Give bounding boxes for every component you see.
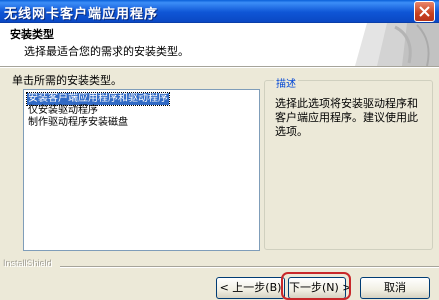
window-title: 无线网卡客户端应用程序 — [4, 6, 159, 21]
cancel-button[interactable]: 取消 — [360, 277, 430, 299]
wizard-header: 安装类型 选择最适合您的需求的安装类型。 — [0, 23, 439, 67]
footer-divider-highlight — [60, 267, 439, 268]
header-divider — [0, 67, 439, 68]
setup-type-list[interactable]: 安装客户端应用程序和驱动程序 仅安装驱动程序 制作驱动程序安装磁盘 — [23, 89, 260, 251]
instruction-label: 单击所需的安装类型。 — [12, 74, 122, 87]
close-button[interactable] — [414, 1, 435, 22]
close-icon — [419, 6, 430, 17]
installshield-brand: InstallShield — [4, 259, 53, 269]
page-subtitle: 选择最适合您的需求的安装类型。 — [24, 45, 189, 58]
description-text: 选择此选项将安装驱动程序和客户端应用程序。建议使用此选项。 — [275, 97, 418, 138]
setup-type-make-disk[interactable]: 制作驱动程序安装磁盘 — [27, 117, 129, 129]
setup-type-full[interactable]: 安装客户端应用程序和驱动程序 — [26, 92, 170, 106]
title-bar[interactable]: 无线网卡客户端应用程序 — [0, 0, 439, 23]
setup-type-driver-only[interactable]: 仅安装驱动程序 — [27, 105, 99, 117]
next-button-highlight-ring — [281, 272, 351, 300]
page-title: 安装类型 — [10, 28, 54, 41]
description-group: 描述 选择此选项将安装驱动程序和客户端应用程序。建议使用此选项。 — [264, 75, 433, 250]
installer-graphic-icon — [355, 23, 439, 66]
back-button[interactable]: < 上一步(B) — [216, 277, 285, 299]
description-title: 描述 — [274, 75, 298, 90]
